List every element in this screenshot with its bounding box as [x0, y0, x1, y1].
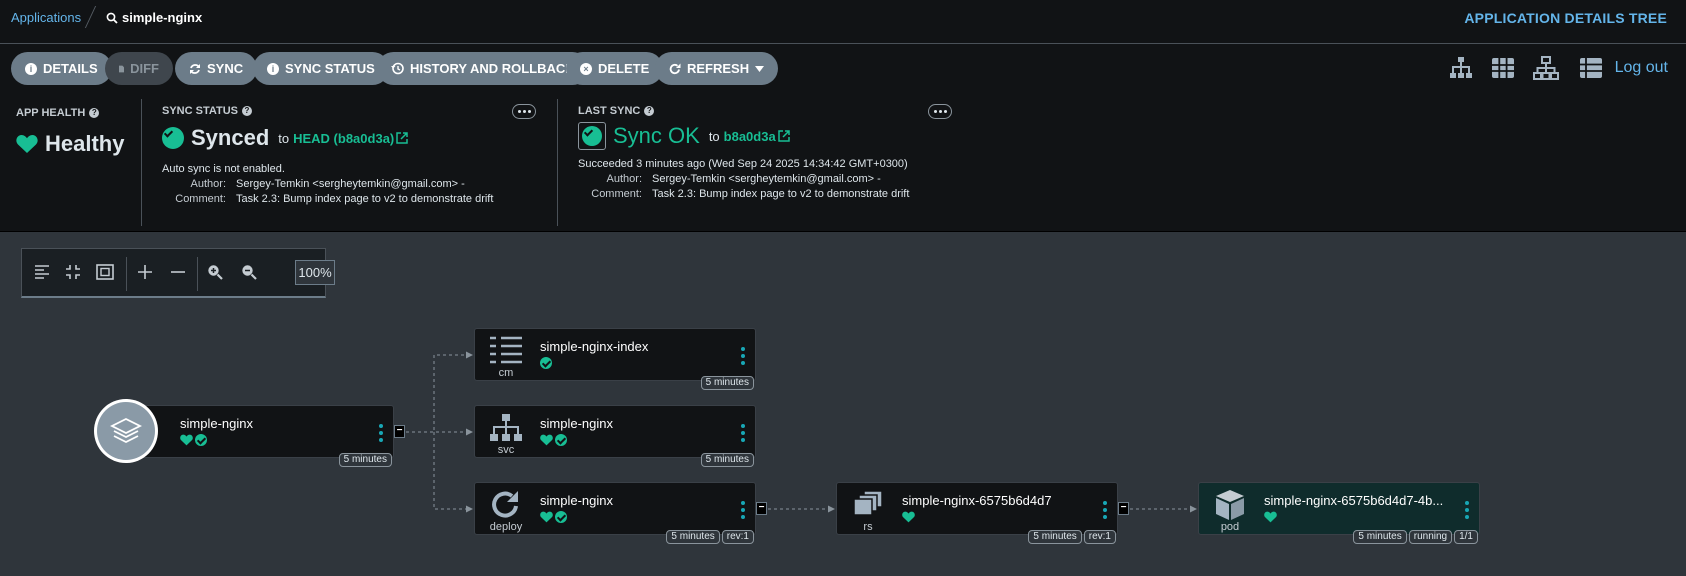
node-status: [540, 434, 567, 446]
node-status: [902, 511, 915, 523]
node-kind: deploy: [489, 521, 523, 533]
node-menu-button[interactable]: [741, 347, 745, 365]
node-tags: 5 minutes: [338, 453, 392, 467]
cube-icon: [1216, 490, 1244, 520]
collapse-toggle[interactable]: −: [756, 502, 767, 515]
configmap-node[interactable]: cm simple-nginx-index 5 minutes: [474, 328, 756, 390]
list-icon: [490, 336, 522, 364]
clone-icon: [853, 490, 883, 516]
ready-tag: 1/1: [1454, 530, 1478, 544]
pod-node[interactable]: pod simple-nginx-6575b6d4d7-4b... 5 minu…: [1198, 482, 1480, 544]
check-circle-icon: [195, 434, 207, 446]
node-tags: 5 minutes rev:1: [1028, 530, 1116, 544]
node-tags: 5 minutes rev:1: [666, 530, 754, 544]
check-circle-icon: [555, 434, 567, 446]
age-tag: 5 minutes: [338, 453, 392, 467]
age-tag: 5 minutes: [666, 530, 720, 544]
collapse-toggle[interactable]: −: [394, 425, 405, 438]
node-title: simple-nginx: [540, 416, 613, 431]
node-status: [180, 434, 207, 446]
node-menu-button[interactable]: [741, 424, 745, 442]
node-status: [1264, 511, 1277, 523]
replicaset-node[interactable]: rs simple-nginx-6575b6d4d7 5 minutes rev…: [836, 482, 1118, 544]
redo-icon: [492, 491, 518, 518]
node-status: [540, 511, 567, 523]
heart-icon: [540, 511, 553, 523]
heart-icon: [180, 434, 193, 446]
age-tag: 5 minutes: [700, 453, 754, 467]
collapse-toggle[interactable]: −: [1118, 502, 1129, 515]
node-menu-button[interactable]: [1103, 501, 1107, 519]
node-title: simple-nginx: [180, 416, 253, 431]
node-title: simple-nginx: [540, 493, 613, 508]
heart-icon: [1264, 511, 1277, 523]
revision-tag: rev:1: [1083, 530, 1116, 544]
node-kind: rs: [863, 521, 873, 533]
node-title: simple-nginx-6575b6d4d7: [902, 493, 1052, 508]
node-tags: 5 minutes: [700, 376, 754, 390]
age-tag: 5 minutes: [1353, 530, 1407, 544]
node-kind: svc: [497, 444, 515, 456]
app-node-badge: [94, 399, 158, 463]
check-circle-icon: [540, 357, 552, 369]
node-menu-button[interactable]: [1465, 501, 1469, 519]
deployment-node[interactable]: deploy simple-nginx 5 minutes rev:1: [474, 482, 756, 544]
revision-tag: rev:1: [721, 530, 754, 544]
node-tags: 5 minutes: [700, 453, 754, 467]
age-tag: 5 minutes: [1028, 530, 1082, 544]
check-circle-icon: [555, 511, 567, 523]
node-kind: pod: [1220, 521, 1240, 533]
node-title: simple-nginx-index: [540, 339, 649, 354]
heart-icon: [902, 511, 915, 523]
app-node[interactable]: simple-nginx 5 minutes: [140, 405, 394, 467]
service-node[interactable]: svc simple-nginx 5 minutes: [474, 405, 756, 467]
layers-icon: [110, 417, 142, 444]
node-title: simple-nginx-6575b6d4d7-4b...: [1264, 493, 1444, 508]
sitemap-icon: [490, 414, 522, 441]
node-menu-button[interactable]: [379, 424, 383, 442]
node-tags: 5 minutes running 1/1: [1353, 530, 1478, 544]
node-status: [540, 357, 552, 369]
age-tag: 5 minutes: [700, 376, 754, 390]
state-tag: running: [1408, 530, 1453, 544]
node-kind: cm: [498, 367, 514, 379]
heart-icon: [540, 434, 553, 446]
node-menu-button[interactable]: [741, 501, 745, 519]
